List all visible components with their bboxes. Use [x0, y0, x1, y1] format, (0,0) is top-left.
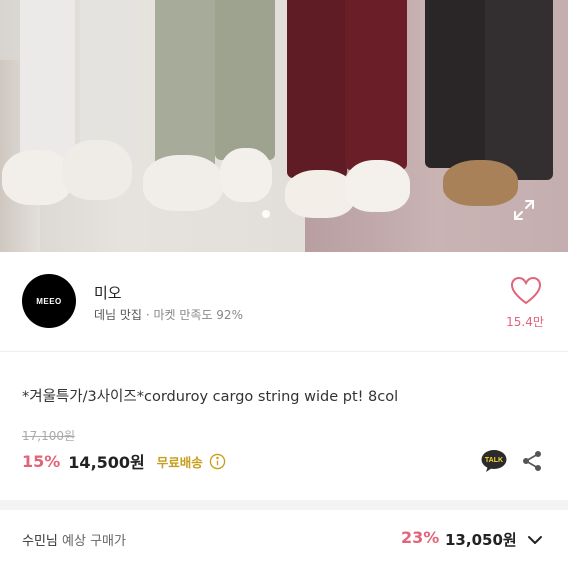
slipper	[443, 160, 518, 206]
member-price-label: 수민님 예상 구매가	[22, 530, 126, 549]
slipper	[143, 155, 223, 211]
pants-sage-left-leg	[155, 0, 215, 170]
member-discount-rate: 23%	[401, 528, 440, 547]
pants-white-left-leg	[20, 0, 75, 175]
section-divider	[0, 500, 568, 510]
member-estimated-price: 13,050원	[445, 531, 517, 549]
sale-price: 14,500원	[68, 453, 145, 472]
free-shipping-badge: 무료배송	[156, 454, 203, 470]
pants-burgundy-right-leg	[345, 0, 407, 170]
slipper	[345, 160, 410, 212]
seller-category: 데님 맛집	[94, 308, 142, 322]
carousel-dot-active[interactable]	[262, 210, 270, 218]
chevron-down-icon[interactable]	[526, 531, 544, 549]
discount-rate: 15%	[22, 451, 61, 471]
kakaotalk-icon[interactable]: TALK	[481, 449, 507, 473]
seller-satisfaction: 마켓 만족도 92%	[153, 308, 243, 322]
product-title: *겨울특가/3사이즈*corduroy cargo string wide pt…	[22, 389, 399, 405]
like-count: 15.4만	[506, 315, 544, 329]
share-icon[interactable]	[521, 449, 543, 473]
seller-logo[interactable]: MEEO	[22, 274, 76, 328]
expand-icon[interactable]	[512, 198, 536, 222]
estimated-price-label: 예상 구매가	[62, 534, 126, 549]
member-name: 수민님	[22, 534, 58, 549]
talk-icon-text: TALK	[485, 457, 503, 464]
product-image[interactable]	[0, 0, 568, 252]
pants-burgundy-left-leg	[287, 0, 347, 178]
seller-meta: 데님 맛집 · 마켓 만족도 92%	[94, 306, 243, 323]
info-icon[interactable]	[209, 453, 226, 470]
pants-black-left-leg	[425, 0, 485, 168]
meta-separator: ·	[145, 308, 150, 322]
slipper	[62, 140, 132, 200]
seller-name[interactable]: 미오	[94, 282, 122, 303]
heart-icon[interactable]	[511, 277, 541, 305]
price-row: 15% 14,500원 무료배송	[22, 450, 226, 472]
seller-section[interactable]: MEEO 미오 데님 맛집 · 마켓 만족도 92%	[0, 252, 568, 352]
pants-white-right-leg	[80, 0, 135, 160]
pants-sage-right-leg	[215, 0, 275, 160]
member-price-row[interactable]: 수민님 예상 구매가 23% 13,050원	[0, 510, 568, 568]
slipper	[220, 148, 272, 202]
original-price: 17,100원	[22, 429, 76, 443]
seller-logo-text: MEEO	[36, 296, 62, 306]
pants-black-right-leg	[485, 0, 553, 180]
